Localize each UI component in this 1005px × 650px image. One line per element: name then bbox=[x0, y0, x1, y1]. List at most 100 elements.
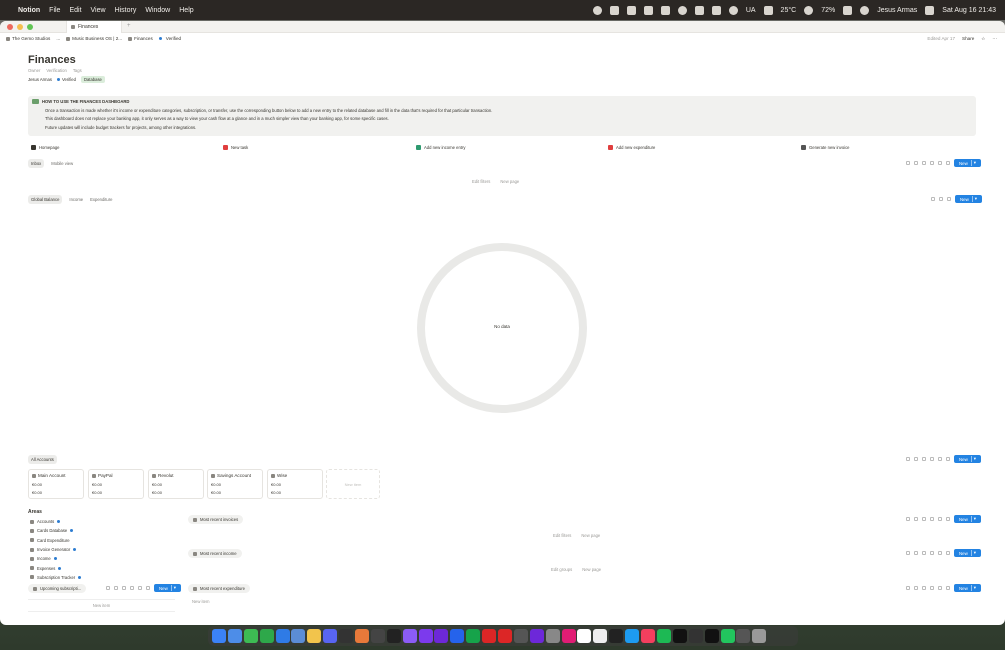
close-window-icon[interactable] bbox=[7, 24, 13, 30]
generate-invoice-button[interactable]: Generate new invoice bbox=[801, 145, 850, 150]
account-card[interactable]: Main Account €0.00 €0.00 bbox=[28, 469, 84, 499]
menu-window[interactable]: Window bbox=[145, 7, 170, 14]
area-link[interactable]: Accounts bbox=[30, 517, 83, 526]
account-card[interactable]: PayPal €0.00 €0.00 bbox=[88, 469, 144, 499]
battery-icon[interactable] bbox=[843, 5, 853, 15]
search-icon[interactable] bbox=[930, 457, 934, 461]
tab-upcoming-subscriptions[interactable]: Upcoming subscripti... bbox=[28, 584, 87, 593]
tab-finances[interactable]: Finances bbox=[66, 21, 122, 33]
filter-icon[interactable] bbox=[906, 457, 910, 461]
tab-recent-expenditure[interactable]: Most recent expenditure bbox=[188, 584, 250, 593]
new-button[interactable]: New ▾ bbox=[954, 515, 982, 523]
expand-icon[interactable] bbox=[938, 161, 942, 165]
bolt-icon[interactable] bbox=[122, 586, 126, 590]
chevron-down-icon[interactable]: ▾ bbox=[970, 456, 976, 462]
new-page-link[interactable]: New page bbox=[500, 179, 519, 184]
edit-filters-link[interactable]: Edit filters bbox=[553, 533, 571, 538]
new-tab-icon[interactable]: + bbox=[127, 23, 131, 29]
whatsapp-icon[interactable] bbox=[259, 629, 274, 643]
music-icon[interactable] bbox=[641, 629, 656, 643]
app-icon[interactable] bbox=[720, 629, 735, 643]
account-card[interactable]: Revolut €0.00 €0.00 bbox=[148, 469, 204, 499]
app-icon[interactable] bbox=[498, 629, 513, 643]
music-icon[interactable] bbox=[763, 5, 773, 15]
search-icon[interactable] bbox=[930, 551, 934, 555]
settings-icon[interactable] bbox=[146, 586, 150, 590]
settings-icon[interactable] bbox=[946, 517, 950, 521]
app-icon[interactable] bbox=[450, 629, 465, 643]
target-icon[interactable] bbox=[677, 5, 687, 15]
menu-app-name[interactable]: Notion bbox=[18, 7, 40, 14]
status-icon[interactable] bbox=[592, 5, 602, 15]
new-button[interactable]: New ▾ bbox=[154, 584, 182, 592]
calendar-icon[interactable] bbox=[593, 629, 608, 643]
wifi-icon[interactable] bbox=[860, 5, 870, 15]
settings-icon[interactable] bbox=[946, 551, 950, 555]
app-icon[interactable] bbox=[672, 629, 687, 643]
battery-text[interactable]: 72% bbox=[821, 7, 835, 14]
more-options-icon[interactable]: ··· bbox=[992, 36, 997, 42]
app-icon[interactable] bbox=[736, 629, 751, 643]
input-source[interactable]: UA bbox=[746, 7, 756, 14]
sort-icon[interactable] bbox=[914, 551, 918, 555]
tab-income[interactable]: Income bbox=[69, 197, 83, 202]
chevron-down-icon[interactable]: ▾ bbox=[970, 550, 976, 556]
filter-icon[interactable] bbox=[906, 161, 910, 165]
menu-view[interactable]: View bbox=[91, 7, 106, 14]
owner-value[interactable]: Jesus Armas bbox=[28, 77, 52, 82]
menu-file[interactable]: File bbox=[49, 7, 60, 14]
expand-icon[interactable] bbox=[938, 586, 942, 590]
area-link[interactable]: Subscription Tracker bbox=[30, 573, 83, 582]
app-icon[interactable] bbox=[482, 629, 497, 643]
tab-mobile-view[interactable]: Mobile view bbox=[51, 161, 73, 166]
app-icon[interactable] bbox=[370, 629, 385, 643]
filter-icon[interactable] bbox=[906, 586, 910, 590]
chevron-down-icon[interactable]: ▾ bbox=[970, 160, 976, 166]
sort-icon[interactable] bbox=[914, 457, 918, 461]
area-link[interactable]: Invoice Generator bbox=[30, 545, 83, 554]
add-expenditure-button[interactable]: Add new expenditure bbox=[608, 145, 655, 150]
trash-icon[interactable] bbox=[752, 629, 767, 643]
tab-inbox[interactable]: Inbox bbox=[28, 159, 45, 168]
minimize-window-icon[interactable] bbox=[17, 24, 23, 30]
tab-recent-income[interactable]: Most recent income bbox=[188, 549, 242, 558]
verification-value[interactable]: Verified bbox=[56, 77, 76, 82]
filter-icon[interactable] bbox=[106, 586, 110, 590]
bolt-icon[interactable] bbox=[922, 551, 926, 555]
filter-icon[interactable] bbox=[906, 551, 910, 555]
messages-icon[interactable] bbox=[243, 629, 258, 643]
account-card[interactable]: Savings Account €0.00 €0.00 bbox=[207, 469, 263, 499]
system-settings-icon[interactable] bbox=[545, 629, 560, 643]
breadcrumb-finances[interactable]: Finances bbox=[128, 36, 153, 41]
filter-icon[interactable] bbox=[906, 517, 910, 521]
app-icon[interactable] bbox=[339, 629, 354, 643]
menu-help[interactable]: Help bbox=[179, 7, 193, 14]
bolt-icon[interactable] bbox=[922, 161, 926, 165]
new-button[interactable]: New ▾ bbox=[955, 195, 983, 203]
mail-icon[interactable] bbox=[291, 629, 306, 643]
new-button[interactable]: New ▾ bbox=[954, 159, 982, 167]
finder-icon[interactable] bbox=[212, 629, 226, 643]
app-icon[interactable] bbox=[355, 629, 370, 643]
app-icon[interactable] bbox=[386, 629, 401, 643]
notion-icon[interactable] bbox=[694, 5, 704, 15]
new-item-row[interactable]: New item bbox=[192, 599, 209, 604]
tab-all-accounts[interactable]: All Accounts bbox=[28, 455, 57, 464]
breadcrumb-workspace[interactable]: The Gemo Studios bbox=[6, 36, 50, 41]
app-icon[interactable] bbox=[466, 629, 481, 643]
area-link[interactable]: Income bbox=[30, 554, 83, 563]
verified-badge[interactable]: Verified bbox=[158, 36, 181, 41]
expand-icon[interactable] bbox=[938, 551, 942, 555]
new-page-link[interactable]: New page bbox=[582, 567, 601, 572]
area-link[interactable]: Card Expenditure bbox=[30, 536, 83, 545]
new-item-row[interactable]: New item bbox=[28, 599, 175, 612]
new-task-button[interactable]: New task bbox=[223, 145, 248, 150]
app-icon[interactable] bbox=[513, 629, 528, 643]
settings-icon[interactable] bbox=[946, 161, 950, 165]
app-icon[interactable] bbox=[704, 629, 719, 643]
new-page-link[interactable]: New page bbox=[581, 533, 600, 538]
bolt-icon[interactable] bbox=[609, 5, 619, 15]
account-card[interactable]: Wise €0.00 €0.00 bbox=[267, 469, 323, 499]
clock[interactable]: Sat Aug 16 21:43 bbox=[942, 7, 996, 14]
new-button[interactable]: New ▾ bbox=[954, 549, 982, 557]
